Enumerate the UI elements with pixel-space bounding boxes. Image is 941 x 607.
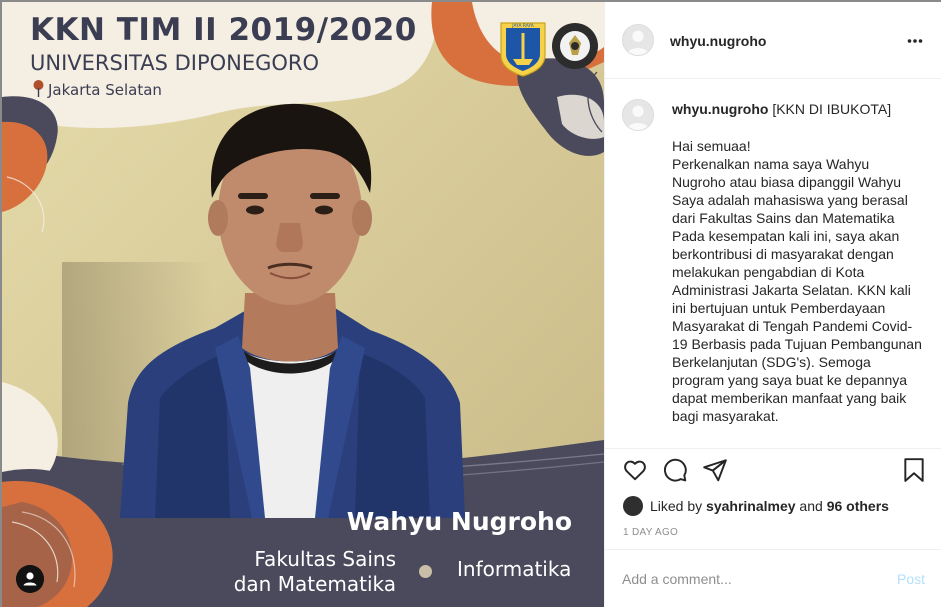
- location-pin-icon: [33, 80, 44, 97]
- liker-username[interactable]: syahrinalmey: [706, 498, 796, 514]
- liker-avatar[interactable]: [623, 496, 643, 516]
- undip-logo: [552, 23, 598, 69]
- likes-text: Liked by syahrinalmey and 96 others: [650, 498, 889, 514]
- comment-icon[interactable]: [662, 457, 688, 483]
- avatar[interactable]: [622, 24, 654, 56]
- post-timestamp[interactable]: 1 DAY AGO: [623, 527, 678, 538]
- jakarta-logo: JAYA RAYA: [500, 22, 546, 77]
- poster-university: UNIVERSITAS DIPONEGORO: [30, 51, 320, 75]
- caption-header: whyu.nugroho [KKN DI IBUKOTA]: [672, 101, 891, 117]
- post-comment-button[interactable]: Post: [897, 571, 925, 587]
- more-options-icon[interactable]: [907, 33, 923, 49]
- caption-avatar[interactable]: [622, 99, 654, 131]
- post-side-panel: whyu.nugroho whyu.nugroho [KKN DI IBUKOT…: [604, 2, 941, 607]
- heart-icon[interactable]: [622, 457, 648, 483]
- instagram-post-window: KKN TIM II 2019/2020 UNIVERSITAS DIPONEG…: [0, 0, 941, 607]
- separator-dot: [419, 565, 432, 578]
- caption-body: Hai semuaa! Perkenalkan nama saya Wahyu …: [672, 138, 922, 424]
- default-avatar-icon: [623, 100, 653, 130]
- poster-faculty: Fakultas Sains dan Matematika: [233, 547, 396, 596]
- share-icon[interactable]: [702, 457, 728, 483]
- post-header: whyu.nugroho: [605, 2, 941, 79]
- header-username[interactable]: whyu.nugroho: [670, 33, 766, 49]
- caption-username[interactable]: whyu.nugroho: [672, 101, 768, 117]
- jakarta-logo-text: JAYA RAYA: [511, 23, 534, 29]
- likes-others-link[interactable]: 96 others: [827, 498, 889, 514]
- likes-prefix: Liked by: [650, 498, 707, 514]
- comment-bar: Post: [605, 549, 941, 607]
- caption-section: whyu.nugroho [KKN DI IBUKOTA] Hai semuaa…: [605, 79, 941, 449]
- post-image[interactable]: KKN TIM II 2019/2020 UNIVERSITAS DIPONEG…: [2, 2, 604, 607]
- person-photo: [120, 103, 465, 518]
- poster-major: Informatika: [457, 557, 572, 581]
- poster-title: KKN TIM II 2019/2020: [30, 12, 417, 48]
- likes-middle: and: [795, 498, 827, 514]
- poster-location: Jakarta Selatan: [48, 81, 162, 99]
- comment-input[interactable]: [622, 569, 872, 589]
- tagged-user-icon[interactable]: [16, 565, 44, 593]
- post-actions: [605, 457, 941, 491]
- poster-name: Wahyu Nugroho: [346, 507, 572, 536]
- bookmark-icon[interactable]: [902, 457, 926, 483]
- default-avatar-icon: [623, 25, 653, 55]
- caption-headline: [KKN DI IBUKOTA]: [768, 101, 892, 117]
